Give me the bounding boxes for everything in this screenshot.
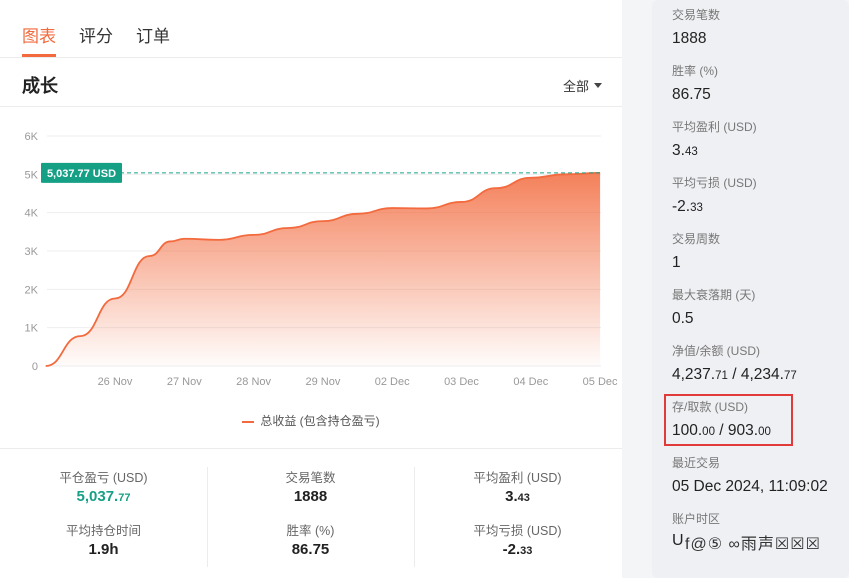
series-area [45,172,601,366]
metric-value: 0.5 [672,310,694,327]
stat-column: 平均盈利 (USD) 3.43 平均亏损 (USD) -2.33 [414,467,621,561]
chart-legend: 总收益 (包含持仓盈亏) [0,412,622,429]
y-tick-label: 4K [25,208,39,220]
x-tick-label: 04 Dec [513,376,548,388]
metric-label: 账户时区 [672,512,721,526]
legend-label: 总收益 (包含持仓盈亏) [260,414,380,428]
y-tick-label: 0 [32,361,38,373]
summary-stats: 平仓盈亏 (USD) 5,037.77 平均持仓时间 1.9h 交易笔数 188… [0,449,622,578]
x-tick-label: 26 Nov [98,376,133,388]
stat-column: 交易笔数 1888 胜率 (%) 86.75 [207,467,414,561]
tab-chart[interactable]: 图表 [22,22,56,47]
metric-label: 净值/余额 (USD) [672,344,760,358]
reference-label: 5,037.77 USD [47,168,116,180]
y-tick-label: 1K [25,323,39,335]
active-tab-indicator [22,54,56,57]
timezone-value-partial: U [672,532,684,549]
y-tick-label: 2K [25,284,39,296]
range-filter-label: 全部 [562,79,589,94]
metric-value: 4,237.71 / 4,234.77 [672,366,797,383]
metric-value: 86.75 [672,86,711,103]
y-tick-label: 3K [25,246,39,258]
metric-label: 交易周数 [672,232,721,246]
metric-label: 平均亏损 (USD) [672,176,757,190]
x-tick-label: 03 Dec [444,376,479,388]
page-root: 图表 评分 订单 成长 全部 5,037.77 USD 0 1K 2K 3K 4K 5K 6… [0,0,849,578]
metric-account-timezone: 账户时区 [672,510,720,526]
metric-value: 1 [672,254,681,271]
metric-label: 交易笔数 [672,8,721,22]
side-metrics-panel: 交易笔数 1888 胜率 (%) 86.75 平均盈利 (USD) 3.43 平… [652,0,849,578]
metric-max-drawdown-period: 最大衰落期 (天) 0.5 [672,286,755,330]
metric-win-rate: 胜率 (%) 86.75 [672,62,718,106]
metric-avg-profit: 平均盈利 (USD) 3.43 [672,118,757,162]
metric-avg-loss: 平均亏损 (USD) -2.33 [672,174,757,218]
metric-trading-weeks: 交易周数 1 [672,230,720,274]
stat-value: 1.9h [88,541,119,558]
metric-label: 最近交易 [672,456,721,470]
x-tick-label: 27 Nov [167,376,202,388]
stat-column: 平仓盈亏 (USD) 5,037.77 平均持仓时间 1.9h [0,467,207,561]
metric-value: 3.43 [672,142,698,159]
caret-down-icon [594,83,602,88]
x-tick-label: 28 Nov [236,376,271,388]
stat-label: 胜率 (%) [286,524,335,538]
divider [0,106,622,107]
main-panel: 图表 评分 订单 成长 全部 5,037.77 USD 0 1K 2K 3K 4K 5K 6… [0,0,622,578]
x-tick-label: 05 Dec [583,376,618,388]
metric-value: 1888 [672,30,707,47]
stat-label: 交易笔数 [285,471,336,485]
tab-rating[interactable]: 评分 [79,22,113,47]
stat-value: -2.33 [502,541,533,558]
stat-value: 5,037.77 [76,488,131,505]
stat-label: 平均持仓时间 [65,524,141,538]
x-tick-label: 29 Nov [305,376,340,388]
section-title: 成长 [22,76,58,96]
metric-label: 平均盈利 (USD) [672,120,757,134]
y-tick-label: 5K [25,169,39,181]
stat-value: 86.75 [291,541,330,558]
stat-value: 3.43 [505,488,530,505]
stat-label: 平仓盈亏 (USD) [59,471,148,485]
stat-label: 平均盈利 (USD) [473,471,562,485]
tab-orders[interactable]: 订单 [136,22,170,47]
metric-label: 最大衰落期 (天) [672,288,756,302]
legend-line-swatch [242,420,255,423]
range-filter-dropdown[interactable]: 全部 [563,76,602,95]
tab-bar: 图表 评分 订单 [0,0,622,58]
stat-label: 平均亏损 (USD) [473,524,562,538]
metric-value: 05 Dec 2024, 11:09:02 [672,478,828,495]
y-tick-label: 6K [25,131,39,143]
growth-chart: 5,037.77 USD 0 1K 2K 3K 4K 5K 6K 26 Nov 27 Nov 28… [25,131,618,388]
metric-last-trade: 最近交易 05 Dec 2024, 11:09:02 [672,454,828,498]
x-tick-label: 02 Dec [375,376,410,388]
metric-trades: 交易笔数 1888 [672,6,720,50]
stat-value: 1888 [293,488,328,505]
watermark-text: f@⑤ ∞雨声☒☒☒ [685,536,821,553]
metric-value: -2.33 [672,198,703,215]
metric-equity-balance: 净值/余额 (USD) 4,237.71 / 4,234.77 [672,342,797,386]
metric-label: 胜率 (%) [672,64,718,78]
highlight-annotation-box [664,394,793,446]
